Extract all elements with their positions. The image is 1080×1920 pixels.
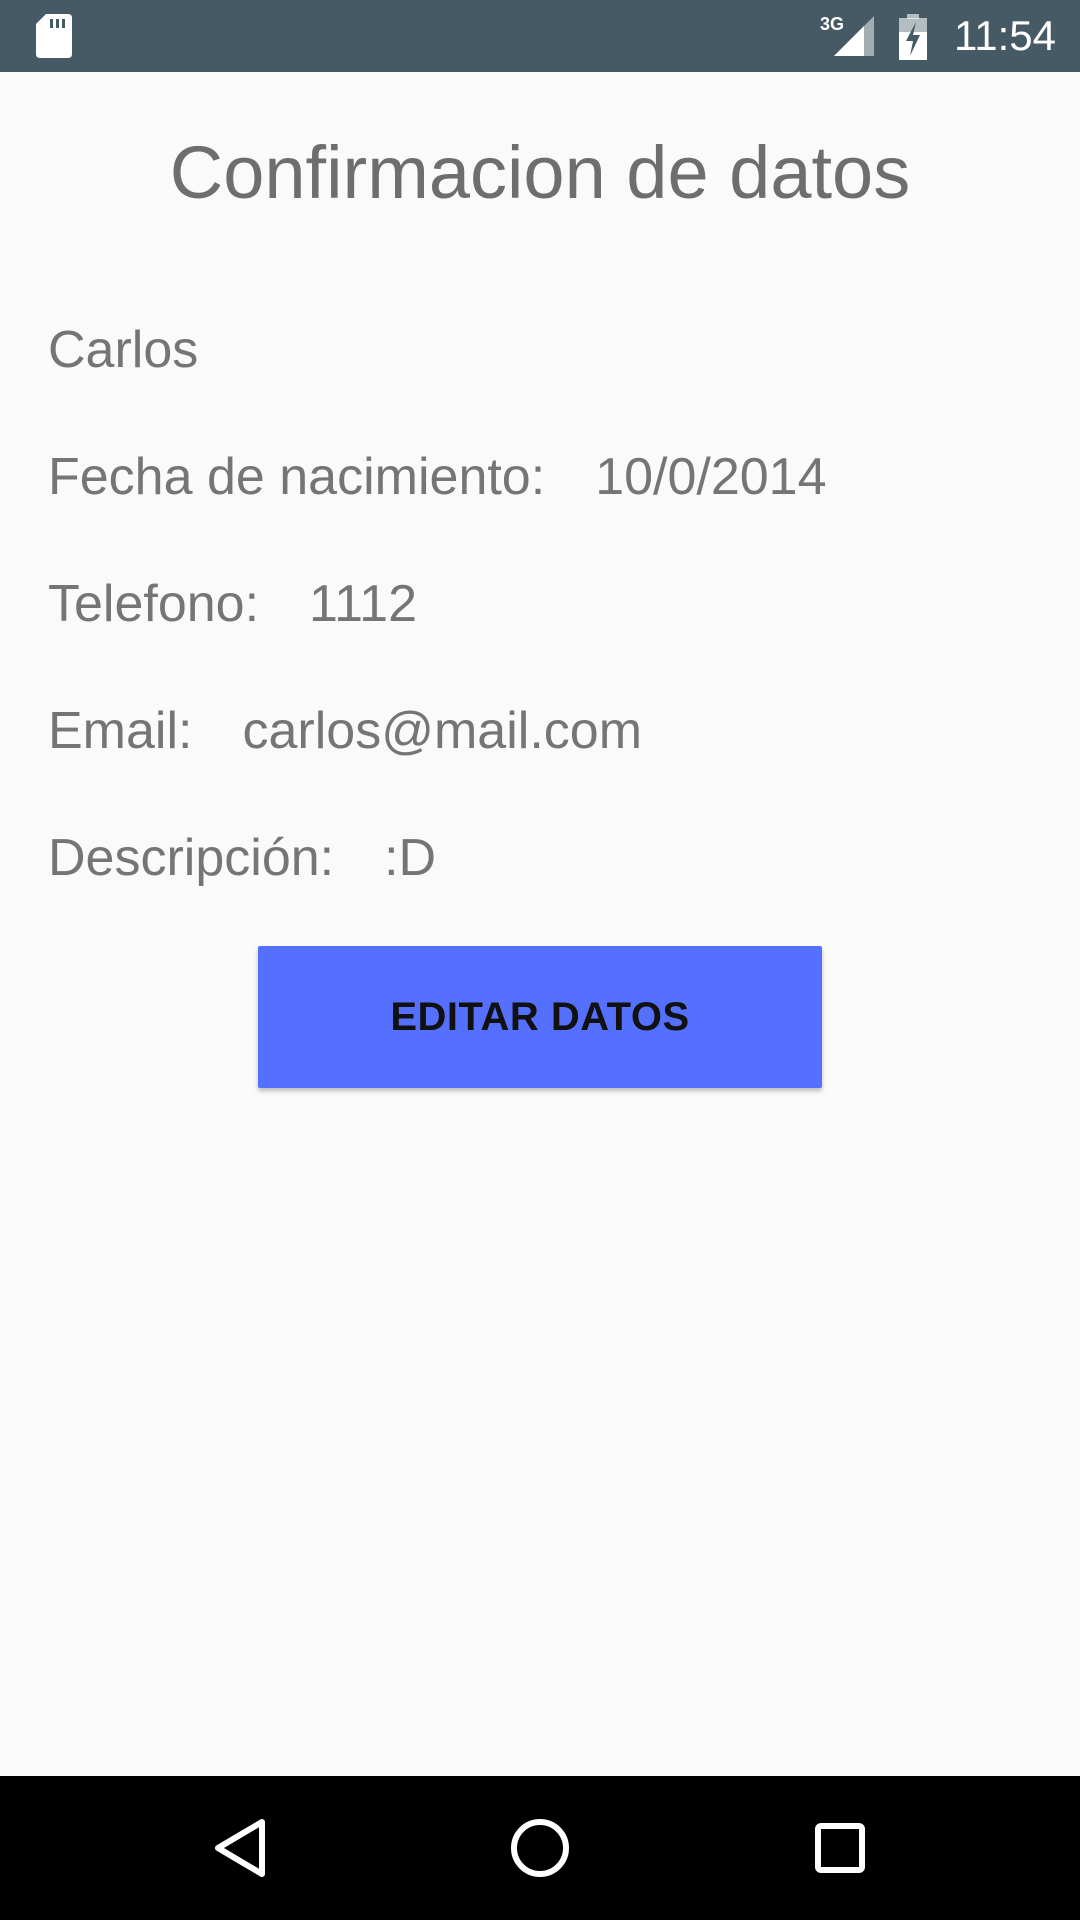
description-value: :D (384, 829, 437, 887)
user-name-text: Carlos (48, 321, 199, 379)
network-type-label: 3G (820, 14, 844, 34)
description-row: Descripción: :D (48, 826, 436, 890)
sd-card-icon (36, 14, 72, 58)
edit-data-button[interactable]: EDITAR DATOS (258, 946, 822, 1088)
phone-row: Telefono: 1112 (48, 572, 417, 636)
birth-date-row: Fecha de nacimiento: 10/0/2014 (48, 445, 827, 509)
email-row: Email: carlos@mail.com (48, 699, 642, 763)
battery-charging-icon (899, 14, 927, 60)
status-bar: 3G 11:54 (0, 0, 1080, 72)
email-value: carlos@mail.com (242, 702, 643, 760)
birth-date-label: Fecha de nacimiento: (48, 448, 546, 506)
phone-value: 1112 (309, 575, 418, 633)
screen: 3G 11:54 Confirmacion de datos Carlos Fe… (0, 0, 1080, 1920)
navigation-bar (0, 1776, 1080, 1920)
recents-icon[interactable] (798, 1806, 882, 1890)
description-label: Descripción: (48, 829, 335, 887)
email-label: Email: (48, 702, 193, 760)
cellular-signal-icon: 3G (820, 14, 874, 56)
birth-date-value: 10/0/2014 (595, 448, 827, 506)
home-icon[interactable] (498, 1806, 582, 1890)
phone-label: Telefono: (48, 575, 260, 633)
back-icon[interactable] (198, 1806, 282, 1890)
page-title: Confirmacion de datos (169, 131, 911, 214)
status-clock: 11:54 (954, 12, 1056, 59)
